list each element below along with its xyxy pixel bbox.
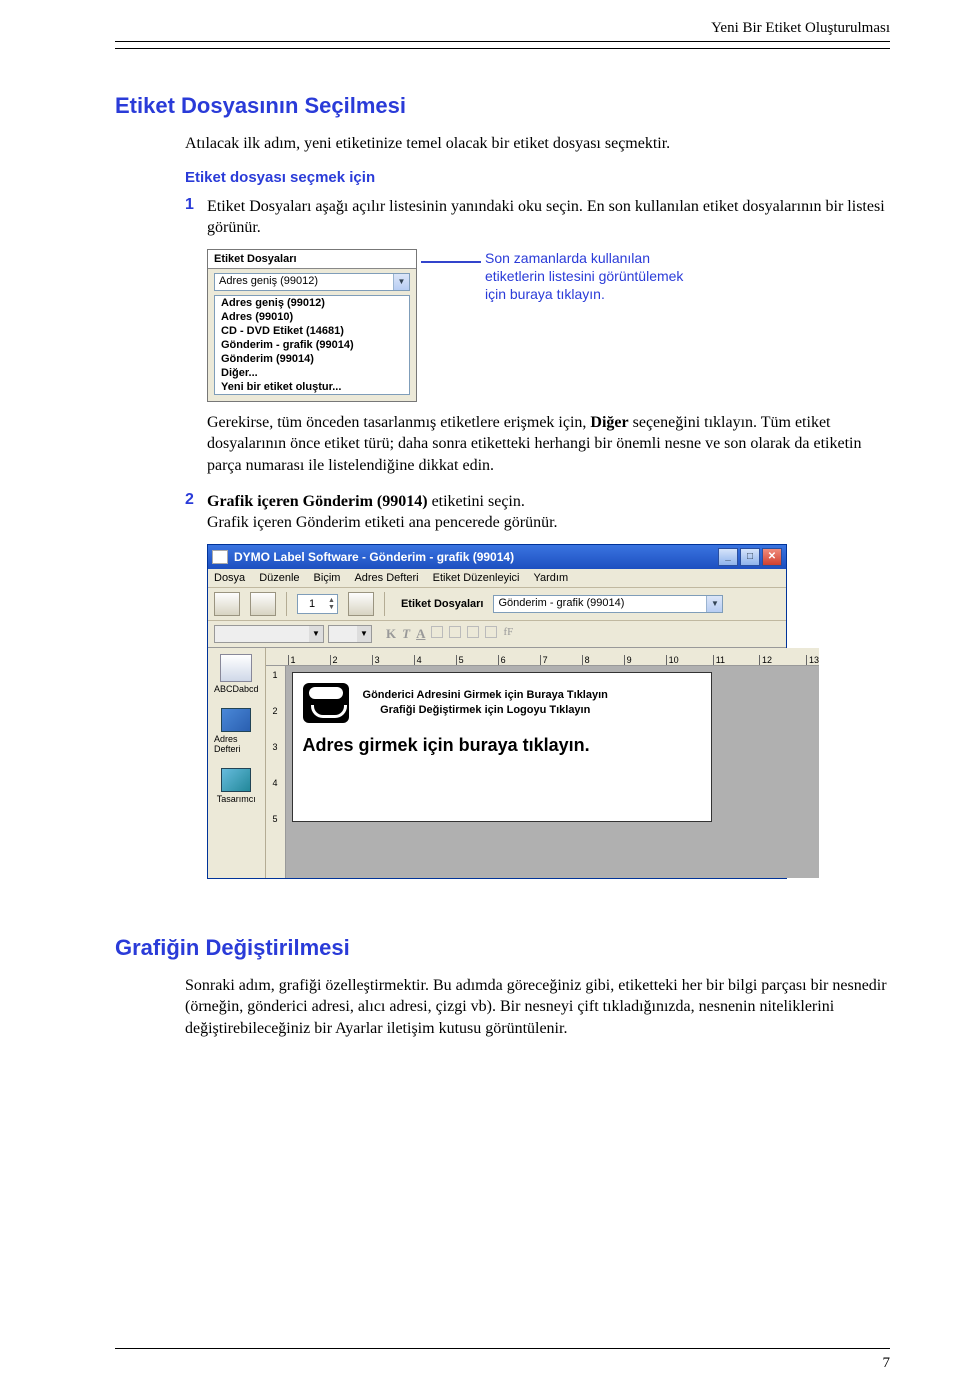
menu-addressbook[interactable]: Adres Defteri xyxy=(354,572,418,584)
step-number: 1 xyxy=(185,196,207,239)
dropdown-combo-value: Adres geniş (99012) xyxy=(215,274,393,290)
window-title: DYMO Label Software - Gönderim - grafik … xyxy=(234,550,514,564)
format-buttons-disabled: K T A fF xyxy=(386,626,513,642)
address-placeholder[interactable]: Adres girmek için buraya tıklayın. xyxy=(303,735,701,756)
sender-placeholder[interactable]: Gönderici Adresini Girmek için Buraya Tı… xyxy=(363,688,608,717)
align-left-icon xyxy=(431,626,443,638)
list-item[interactable]: Diğer... xyxy=(215,366,409,380)
bold-icon: K xyxy=(386,626,396,642)
window-maximize-button[interactable]: □ xyxy=(740,548,760,566)
italic-icon: T xyxy=(402,626,410,642)
app-window: DYMO Label Software - Gönderim - grafik … xyxy=(207,544,787,879)
work-area: ABCDabcd Adres Defteri Tasarımcı 1234567… xyxy=(208,648,786,878)
list-item[interactable]: Adres geniş (99012) xyxy=(215,296,409,310)
toolbar-separator xyxy=(286,592,287,616)
dropdown-title: Etiket Dosyaları xyxy=(208,250,416,269)
font-format-icon: fF xyxy=(503,626,513,642)
align-right-icon xyxy=(467,626,479,638)
toolbar-main: ▲▼ Etiket Dosyaları Gönderim - grafik (9… xyxy=(208,588,786,621)
label-canvas: 12345678910111213 12345 Gönderici Adresi… xyxy=(266,648,820,878)
panel-item-label: ABCDabcd xyxy=(214,684,259,694)
callout-leader-line xyxy=(421,261,481,263)
font-family-select[interactable]: ▼ xyxy=(214,625,324,643)
label-preview[interactable]: Gönderici Adresini Girmek için Buraya Tı… xyxy=(292,672,712,822)
list-item[interactable]: CD - DVD Etiket (14681) xyxy=(215,324,409,338)
ruler-vertical: 12345 xyxy=(266,666,286,878)
step-text: Etiket Dosyaları aşağı açılır listesinin… xyxy=(207,196,890,239)
step-1: 1 Etiket Dosyaları aşağı açılır listesin… xyxy=(185,196,890,239)
step-2: 2 Grafik içeren Gönderim (99014) etiketi… xyxy=(185,491,890,534)
section1-subhead: Etiket dosyası seçmek için xyxy=(185,169,890,186)
addressbook-icon xyxy=(221,708,251,732)
window-minimize-button[interactable]: _ xyxy=(718,548,738,566)
panel-item-label: Tasarımcı xyxy=(217,794,256,804)
dropdown-panel: Etiket Dosyaları Adres geniş (99012) ▼ A… xyxy=(207,249,417,402)
step-number: 2 xyxy=(185,491,207,534)
section1-intro: Atılacak ilk adım, yeni etiketinize teme… xyxy=(185,133,890,155)
window-close-button[interactable]: ✕ xyxy=(762,548,782,566)
chevron-down-icon[interactable]: ▼ xyxy=(706,596,722,612)
list-item[interactable]: Yeni bir etiket oluştur... xyxy=(215,380,409,394)
left-panel: ABCDabcd Adres Defteri Tasarımcı xyxy=(208,648,266,878)
dropdown-figure: Etiket Dosyaları Adres geniş (99012) ▼ A… xyxy=(207,249,890,402)
panel-item-label: Adres Defteri xyxy=(214,734,259,754)
menu-format[interactable]: Biçim xyxy=(314,572,341,584)
dropdown-list[interactable]: Adres geniş (99012) Adres (99010) CD - D… xyxy=(214,295,410,395)
list-item[interactable]: Adres (99010) xyxy=(215,310,409,324)
header-rule-secondary xyxy=(115,48,890,49)
dropdown-combobox[interactable]: Adres geniş (99012) ▼ xyxy=(214,273,410,291)
left-panel-text-tool[interactable]: ABCDabcd xyxy=(214,654,259,694)
list-item[interactable]: Gönderim - grafik (99014) xyxy=(215,338,409,352)
underline-icon: A xyxy=(416,626,425,642)
section2-body: Sonraki adım, grafiği özelleştirmektir. … xyxy=(185,975,890,1040)
step-text: Grafik içeren Gönderim (99014) etiketini… xyxy=(207,491,890,534)
left-panel-address-book[interactable]: Adres Defteri xyxy=(214,708,259,754)
page-number: 7 xyxy=(883,1355,891,1371)
toolbar-format: ▼ ▼ K T A fF xyxy=(208,621,786,648)
chevron-down-icon[interactable]: ▼ xyxy=(393,274,409,290)
window-titlebar: DYMO Label Software - Gönderim - grafik … xyxy=(208,545,786,569)
align-center-icon xyxy=(449,626,461,638)
print-labels-icon[interactable] xyxy=(348,592,374,616)
section2-title: Grafiğin Değiştirilmesi xyxy=(115,935,890,961)
files-combo-value: Gönderim - grafik (99014) xyxy=(494,596,706,612)
phone-icon[interactable] xyxy=(303,683,349,723)
print-icon[interactable] xyxy=(250,592,276,616)
menubar: Dosya Düzenle Biçim Adres Defteri Etiket… xyxy=(208,569,786,588)
files-combobox[interactable]: Gönderim - grafik (99014) ▼ xyxy=(493,595,723,613)
toolbar-separator xyxy=(384,592,385,616)
font-size-select[interactable]: ▼ xyxy=(328,625,372,643)
page-footer: 7 xyxy=(115,1348,890,1372)
files-field-label: Etiket Dosyaları xyxy=(401,598,484,610)
app-icon xyxy=(212,550,228,564)
list-item[interactable]: Gönderim (99014) xyxy=(215,352,409,366)
menu-help[interactable]: Yardım xyxy=(533,572,568,584)
copies-stepper[interactable]: ▲▼ xyxy=(297,594,338,614)
align-justify-icon xyxy=(485,626,497,638)
menu-labeleditor[interactable]: Etiket Düzenleyici xyxy=(433,572,520,584)
left-panel-designer[interactable]: Tasarımcı xyxy=(217,768,256,804)
new-file-icon[interactable] xyxy=(214,592,240,616)
menu-file[interactable]: Dosya xyxy=(214,572,245,584)
text-tool-icon xyxy=(220,654,252,682)
section1-p2: Gerekirse, tüm önceden tasarlanmış etike… xyxy=(207,412,890,477)
ruler-horizontal: 12345678910111213 xyxy=(266,648,820,666)
callout-text: Son zamanlarda kullanılan etiketlerin li… xyxy=(485,249,685,304)
header-right-text: Yeni Bir Etiket Oluşturulması xyxy=(115,20,890,42)
designer-icon xyxy=(221,768,251,792)
menu-edit[interactable]: Düzenle xyxy=(259,572,299,584)
copies-input[interactable] xyxy=(298,598,326,610)
section1-title: Etiket Dosyasının Seçilmesi xyxy=(115,93,890,119)
